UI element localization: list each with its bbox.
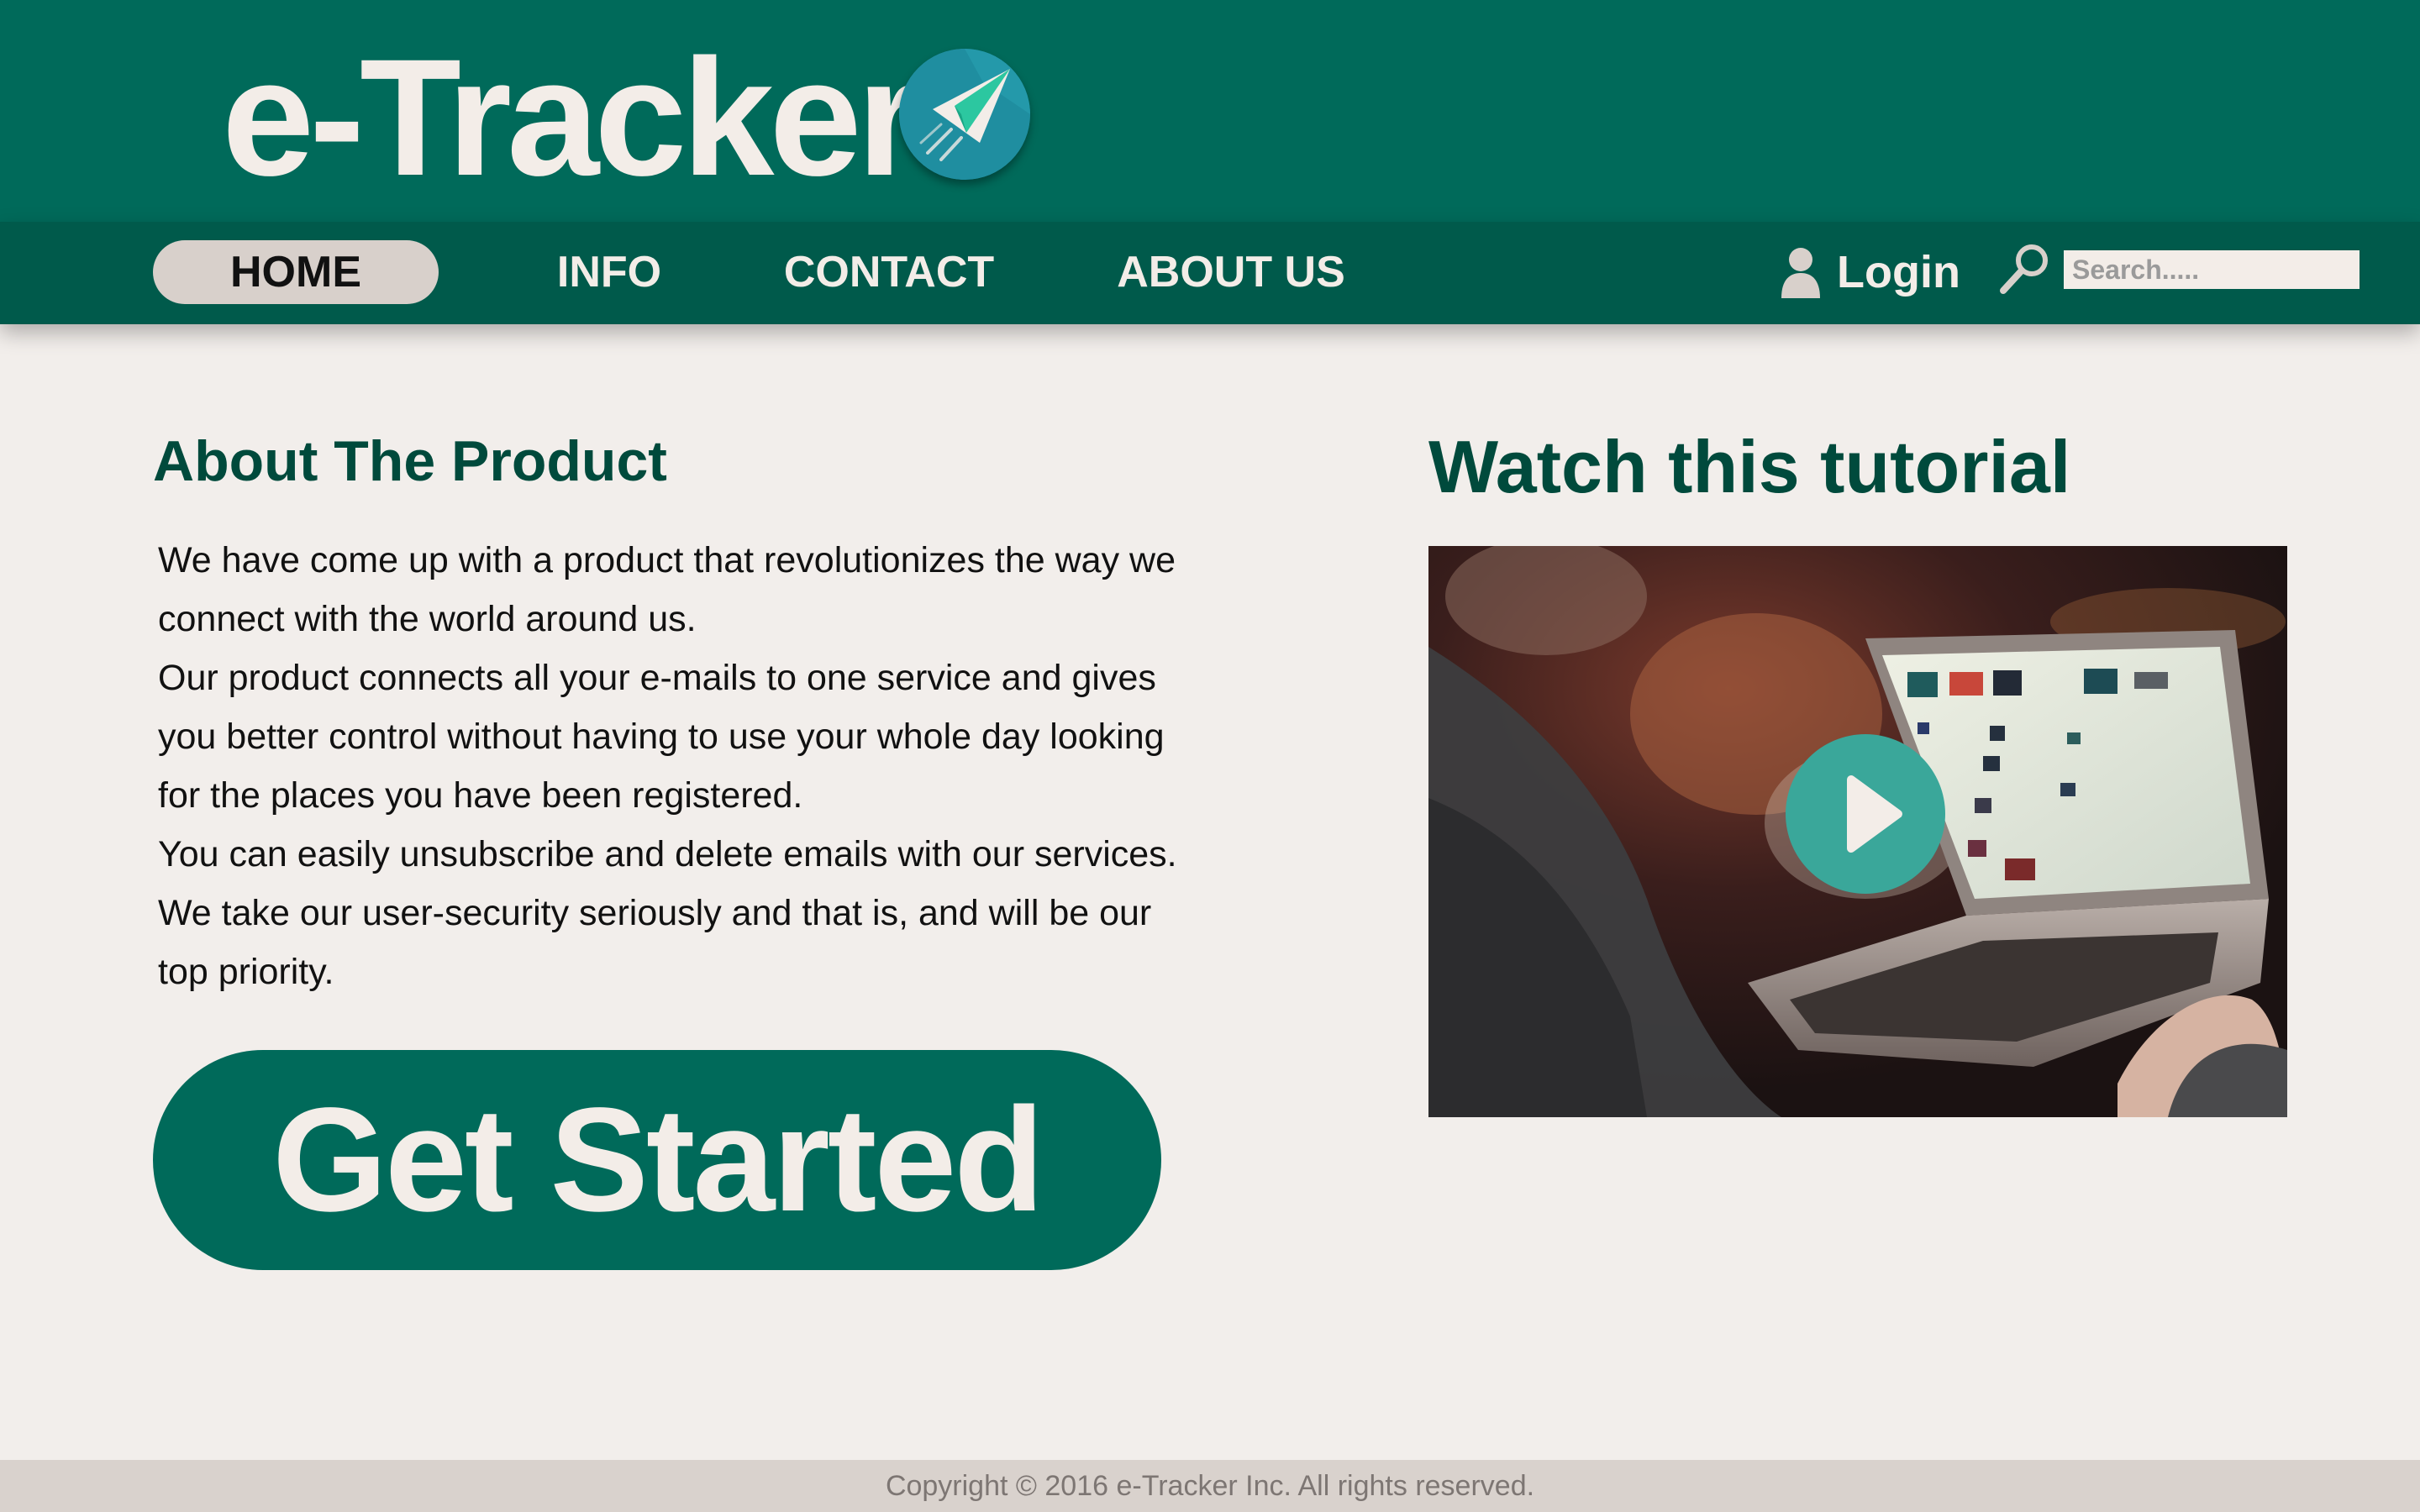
about-paragraph: We have come up with a product that revo… [158, 540, 1176, 639]
play-icon[interactable] [1786, 734, 1945, 894]
nav-info[interactable]: INFO [538, 240, 681, 304]
search-icon[interactable] [1998, 242, 2052, 296]
about-heading: About The Product [153, 429, 667, 493]
tutorial-video[interactable] [1428, 546, 2287, 1117]
about-paragraph: We take our user-security seriously and … [158, 893, 1152, 992]
about-description: We have come up with a product that revo… [158, 531, 1200, 1001]
get-started-button[interactable]: Get Started [153, 1050, 1161, 1270]
search-input[interactable] [2064, 250, 2360, 289]
about-paragraph: Our product connects all your e-mails to… [158, 658, 1165, 816]
nav-contact[interactable]: CONTACT [771, 240, 1007, 304]
main-navigation: HOME INFO CONTACT ABOUT US Login [0, 222, 2420, 324]
page: e-Tracker HOME INFO CONTACT ABOUT US Log… [0, 0, 2420, 1512]
paper-plane-icon[interactable] [899, 49, 1030, 180]
nav-about-us[interactable]: ABOUT US [1109, 240, 1353, 304]
tutorial-heading: Watch this tutorial [1428, 425, 2071, 508]
brand-logo-text[interactable]: e-Tracker [222, 25, 922, 210]
copyright-text: Copyright © 2016 e-Tracker Inc. All righ… [885, 1470, 1535, 1502]
user-icon [1780, 246, 1822, 298]
site-header: e-Tracker [0, 0, 2420, 222]
login-label: Login [1837, 247, 1960, 297]
login-link[interactable]: Login [1780, 240, 1960, 304]
site-footer: Copyright © 2016 e-Tracker Inc. All righ… [0, 1460, 2420, 1512]
about-paragraph: You can easily unsubscribe and delete em… [158, 834, 1177, 874]
nav-home[interactable]: HOME [153, 240, 439, 304]
